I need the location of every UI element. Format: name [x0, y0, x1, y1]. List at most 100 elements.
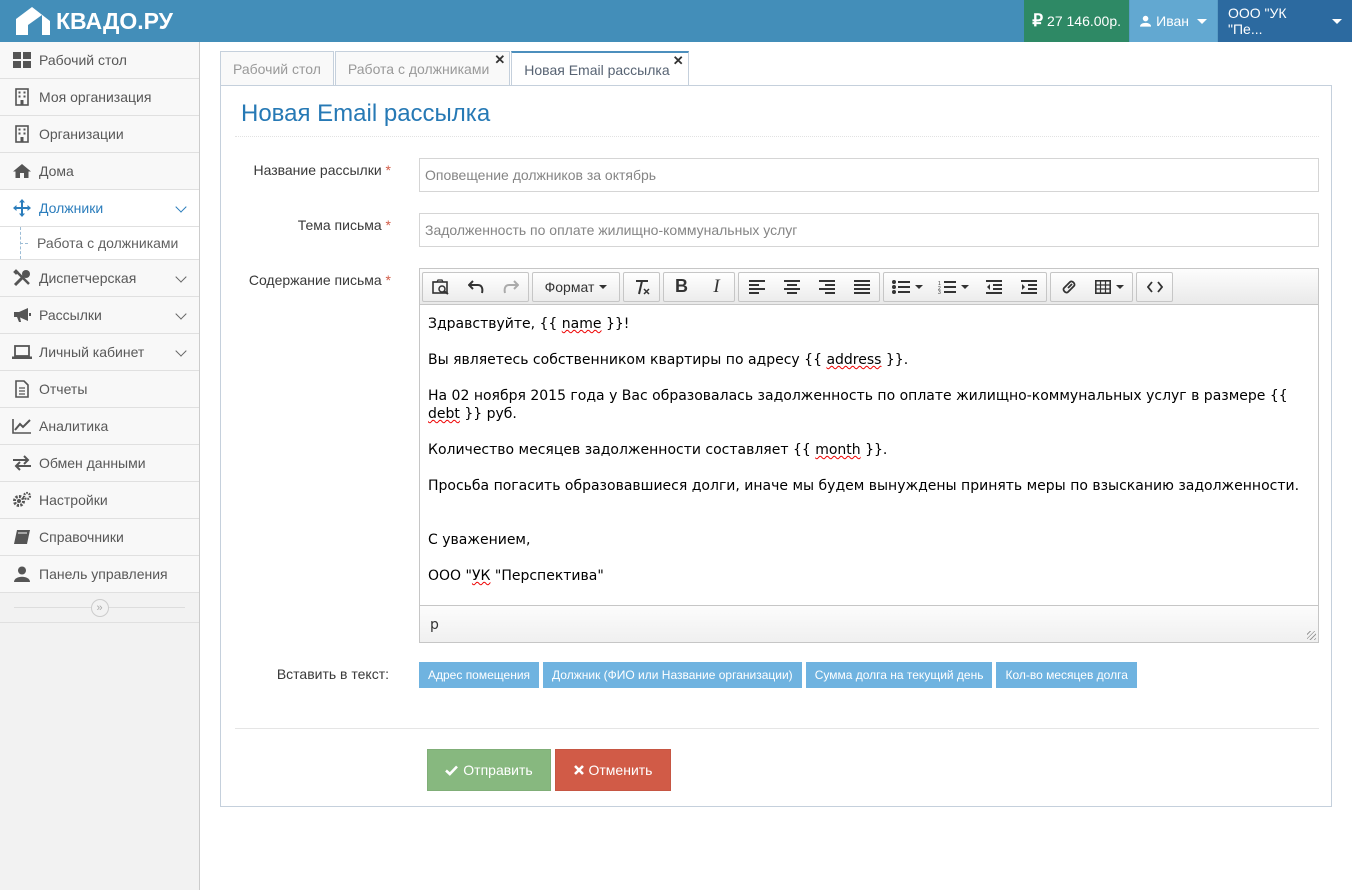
send-label: Отправить: [463, 762, 533, 778]
sidebar-item-settings[interactable]: Настройки: [0, 482, 199, 519]
sidebar-collapse-toggle[interactable]: »: [0, 593, 199, 623]
indent-icon[interactable]: [1011, 273, 1046, 301]
sidebar-item-label: Рассылки: [39, 307, 102, 323]
laptop-icon: [12, 342, 32, 362]
cancel-button[interactable]: Отменить: [555, 749, 671, 791]
subject-label: Тема письма *: [221, 217, 391, 233]
org-menu[interactable]: ООО "УК "Пе...: [1217, 0, 1352, 42]
tab-dashboard[interactable]: Рабочий стол: [220, 51, 334, 86]
bullet-list-icon[interactable]: [884, 273, 930, 301]
content-paragraph: Просьба погасить образовавшиеся долги, и…: [428, 478, 1300, 494]
input-value: Задолженность по оплате жилищно-коммунал…: [425, 222, 798, 238]
italic-icon[interactable]: I: [699, 273, 734, 301]
tab-label: Новая Email рассылка: [524, 62, 670, 78]
chevron-down-icon: [175, 201, 187, 213]
required-mark: *: [385, 162, 391, 178]
image-icon[interactable]: [423, 273, 458, 301]
bold-icon[interactable]: B: [664, 273, 699, 301]
sidebar-item-organizations[interactable]: Организации: [0, 116, 199, 153]
chevron-down-icon: [175, 345, 187, 357]
tab-new-email-mailing[interactable]: Новая Email рассылка ✕: [511, 51, 689, 87]
sidebar-item-dashboard[interactable]: Рабочий стол: [0, 42, 199, 79]
logo[interactable]: КВАДО.РУ: [14, 4, 173, 38]
align-justify-icon[interactable]: [844, 273, 879, 301]
required-mark: *: [385, 217, 391, 233]
insert-debtor-button[interactable]: Должник (ФИО или Название организации): [543, 662, 802, 688]
check-icon: [445, 765, 459, 776]
cancel-label: Отменить: [588, 762, 653, 778]
sidebar-item-reports[interactable]: Отчеты: [0, 371, 199, 408]
sidebar-item-label: Отчеты: [39, 381, 88, 397]
clear-formatting-icon[interactable]: [624, 273, 659, 301]
tools-icon: [12, 268, 32, 288]
page-title: Новая Email рассылка: [241, 100, 491, 127]
content-paragraph: С уважением,: [428, 532, 531, 548]
sidebar-item-references[interactable]: Справочники: [0, 519, 199, 556]
user-name: Иван: [1156, 13, 1189, 29]
sidebar-item-debtors[interactable]: Должники: [0, 190, 199, 227]
sidebar-item-personal-cabinet[interactable]: Личный кабинет: [0, 334, 199, 371]
format-dropdown[interactable]: Формат: [533, 273, 619, 301]
sidebar-item-control-panel[interactable]: Панель управления: [0, 556, 199, 593]
caret-down-icon: [1197, 18, 1207, 24]
file-icon: [12, 379, 32, 399]
building-icon: [12, 124, 32, 144]
insert-address-button[interactable]: Адрес помещения: [419, 662, 540, 688]
caret-down-icon: [1332, 18, 1342, 24]
sidebar-item-analytics[interactable]: Аналитика: [0, 408, 199, 445]
content-paragraph: На 02 ноября 2015 года у Вас образовалас…: [428, 388, 1288, 422]
outdent-icon[interactable]: [976, 273, 1011, 301]
insert-buttons: Адрес помещения Должник (ФИО или Названи…: [419, 662, 1141, 688]
move-icon: [12, 198, 32, 218]
undo-icon[interactable]: [458, 273, 493, 301]
editor-toolbar: Формат B I 123: [420, 269, 1318, 305]
content-paragraph: Здравствуйте, {{ name }}!: [428, 316, 630, 332]
sidebar-item-label: Справочники: [39, 529, 124, 545]
caret-down-icon: [1115, 284, 1124, 289]
align-center-icon[interactable]: [774, 273, 809, 301]
redo-icon[interactable]: [493, 273, 528, 301]
balance-badge[interactable]: ₽ 27 146.00р.: [1024, 0, 1129, 42]
chevron-down-icon: [175, 271, 187, 283]
divider: [235, 136, 1319, 137]
sidebar-item-houses[interactable]: Дома: [0, 153, 199, 190]
content-paragraph: Вы являетесь собственником квартиры по а…: [428, 352, 909, 368]
sidebar-item-data-exchange[interactable]: Обмен данными: [0, 445, 199, 482]
tab-label: Рабочий стол: [233, 61, 321, 77]
sidebar-item-label: Диспетчерская: [39, 270, 137, 286]
main-panel: Новая Email рассылка Название рассылки *…: [220, 85, 1332, 807]
sidebar-item-mailings[interactable]: Рассылки: [0, 297, 199, 334]
align-left-icon[interactable]: [739, 273, 774, 301]
source-code-icon[interactable]: [1137, 273, 1172, 301]
body-label: Содержание письма *: [221, 272, 391, 288]
format-label: Формат: [544, 278, 595, 295]
rich-text-editor[interactable]: Формат B I 123 Здравствуйте, {{name}}!…: [419, 268, 1319, 643]
editor-content[interactable]: Здравствуйте, {{ name }}! Вы являетесь с…: [420, 306, 1318, 604]
user-menu[interactable]: Иван: [1129, 0, 1217, 42]
insert-debt-sum-button[interactable]: Сумма долга на текущий день: [805, 662, 993, 688]
table-icon[interactable]: [1086, 273, 1132, 301]
sidebar-item-label: Организации: [39, 126, 124, 142]
numbered-list-icon[interactable]: 123: [930, 273, 976, 301]
subject-input[interactable]: Задолженность по оплате жилищно-коммунал…: [419, 213, 1319, 247]
label-text: Тема письма: [297, 217, 382, 233]
sidebar-item-dispatch[interactable]: Диспетчерская: [0, 260, 199, 297]
mailing-name-input[interactable]: Оповещение должников за октябрь: [419, 158, 1319, 192]
tab-debtor-work[interactable]: Работа с должниками ✕: [334, 51, 511, 86]
link-icon[interactable]: [1051, 273, 1086, 301]
close-icon[interactable]: ✕: [673, 53, 684, 69]
sidebar-item-label: Аналитика: [39, 418, 109, 434]
sidebar-subitem-debtor-work[interactable]: Работа с должниками: [0, 227, 199, 260]
cogs-icon: [12, 490, 32, 510]
content-paragraph: Количество месяцев задолженности составл…: [428, 442, 888, 458]
element-path[interactable]: p: [430, 617, 439, 633]
resize-handle-icon[interactable]: [1307, 631, 1316, 640]
sidebar-item-my-organization[interactable]: Моя организация: [0, 79, 199, 116]
sidebar-item-label: Настройки: [39, 492, 108, 508]
ruble-icon: ₽: [1032, 11, 1044, 30]
sidebar-item-label: Должники: [39, 200, 104, 216]
insert-months-button[interactable]: Кол-во месяцев долга: [996, 662, 1137, 688]
close-icon[interactable]: ✕: [494, 52, 505, 68]
send-button[interactable]: Отправить: [427, 749, 551, 791]
align-right-icon[interactable]: [809, 273, 844, 301]
